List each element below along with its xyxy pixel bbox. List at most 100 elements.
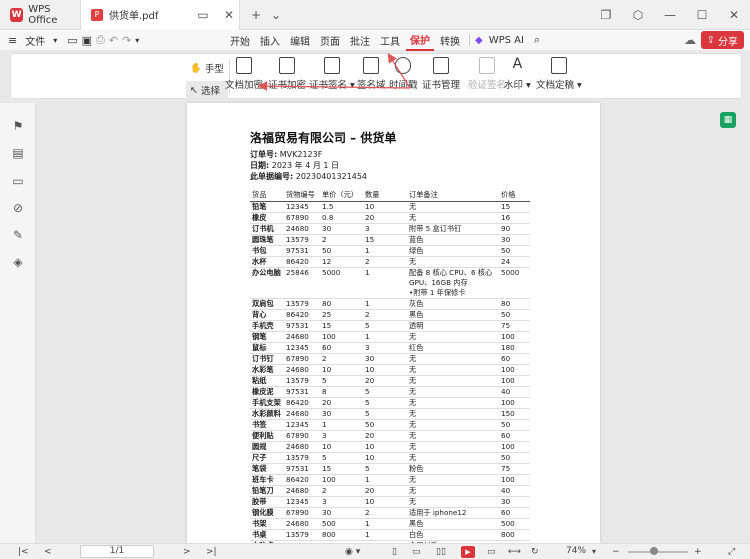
zoom-level[interactable]: 74%: [566, 546, 586, 556]
watermark-button[interactable]: A 水印 ▾: [504, 57, 531, 92]
hand-mode-button[interactable]: ✋ 手型: [186, 59, 228, 77]
rotate-icon[interactable]: ↻: [531, 547, 539, 557]
open-folder-icon[interactable]: ▭: [67, 34, 77, 47]
table-cell: 50: [363, 419, 407, 431]
share-icon: ⇪: [706, 34, 715, 46]
left-sidebar: ⚑ ▤ ▭ ⊘ ✎ ◈: [0, 103, 36, 543]
table-cell: 50: [320, 245, 363, 257]
thumbnail-icon[interactable]: ▤: [11, 146, 25, 160]
table-cell: 5000: [320, 267, 363, 299]
more-icon[interactable]: ▾: [135, 36, 139, 45]
menu-tools[interactable]: 工具: [376, 31, 404, 50]
close-tab-icon[interactable]: ✕: [219, 5, 239, 25]
table-cell: 86420: [284, 309, 320, 321]
attachment-icon[interactable]: ⊘: [11, 201, 25, 215]
select-mode-button[interactable]: ↖ 选择: [186, 81, 228, 99]
table-cell: 80: [499, 298, 530, 310]
sign-field-button[interactable]: 签名域: [357, 57, 386, 91]
share-button[interactable]: ⇪ 分享: [700, 31, 744, 49]
table-cell: 5000: [499, 267, 530, 299]
redo-icon[interactable]: ↷: [122, 34, 131, 47]
prev-page-icon[interactable]: <: [44, 547, 52, 557]
zoom-out-icon[interactable]: −: [612, 547, 620, 557]
table-cell: 钢化膜: [250, 507, 284, 519]
table-cell: 100: [499, 397, 530, 409]
close-window-icon[interactable]: ✕: [718, 5, 750, 25]
cloud-sync-icon[interactable]: ☁: [682, 32, 698, 48]
table-cell: 86420: [284, 397, 320, 409]
menu-insert[interactable]: 插入: [256, 31, 284, 50]
verify-sign-button[interactable]: 验证签名: [468, 57, 506, 91]
file-dropdown-icon[interactable]: ▾: [53, 36, 57, 45]
menu-annotate[interactable]: 批注: [346, 31, 374, 50]
tab-dropdown-icon[interactable]: ⌄: [266, 5, 286, 25]
tab-wps-home[interactable]: W WPS Office: [0, 0, 80, 30]
table-cell: 订书机: [250, 223, 284, 235]
last-page-icon[interactable]: >|: [206, 547, 217, 557]
monitor-icon[interactable]: ▭: [193, 5, 213, 25]
menu-start[interactable]: 开始: [226, 31, 254, 50]
menu-page[interactable]: 页面: [316, 31, 344, 50]
table-cell: 90: [499, 223, 530, 235]
items-table: 货品 货物编号 单价（元） 数量 订单备注 价格 铅笔 12345 1.5 10 无 15…: [250, 189, 530, 543]
table-cell: 24680: [284, 223, 320, 235]
undo-icon[interactable]: ↶: [109, 34, 118, 47]
table-cell: 1: [363, 267, 407, 299]
table-cell: 12345: [284, 419, 320, 431]
search-icon[interactable]: ⌕: [534, 33, 540, 47]
skin-icon[interactable]: ⬡: [622, 5, 654, 25]
menu-hamburger-icon[interactable]: ≡: [8, 34, 17, 47]
first-page-icon[interactable]: |<: [18, 547, 29, 557]
window-restore-icon[interactable]: ❐: [590, 5, 622, 25]
table-cell: 8: [320, 386, 363, 398]
zoom-slider-handle[interactable]: [650, 547, 658, 555]
zoom-in-icon[interactable]: +: [694, 547, 702, 557]
timestamp-icon: [395, 57, 412, 74]
bookmark-icon[interactable]: ⚑: [11, 119, 25, 133]
table-cell: 10: [363, 496, 407, 508]
zoom-slider[interactable]: [628, 551, 688, 553]
signature-icon[interactable]: ✎: [11, 228, 25, 242]
fit-width-icon[interactable]: ⟷: [508, 547, 521, 557]
next-page-icon[interactable]: >: [183, 547, 191, 557]
spreadsheet-icon[interactable]: ▦: [720, 112, 736, 128]
menu-file[interactable]: 文件: [21, 31, 49, 50]
menu-edit[interactable]: 编辑: [286, 31, 314, 50]
menu-protect[interactable]: 保护: [406, 30, 434, 51]
cert-encrypt-button[interactable]: 证书加密: [268, 57, 306, 91]
menu-wps-ai[interactable]: WPS AI: [485, 33, 528, 48]
doc-encrypt-button[interactable]: 文档加密: [225, 57, 263, 91]
single-page-icon[interactable]: ▯: [392, 547, 397, 557]
double-page-icon[interactable]: ▯▯: [436, 547, 446, 557]
page-indicator[interactable]: 1/1: [80, 545, 154, 558]
table-cell: 粉色: [407, 463, 499, 475]
maximize-icon[interactable]: ☐: [686, 5, 718, 25]
continuous-icon[interactable]: ▭: [412, 547, 421, 557]
play-icon[interactable]: ▶: [461, 545, 475, 558]
eye-icon[interactable]: ◉ ▾: [345, 547, 360, 557]
cert-sign-button[interactable]: 证书签名 ▾: [309, 57, 355, 91]
table-row: 圆珠笔 13579 2 15 蓝色 30: [250, 234, 530, 246]
table-cell: 10: [320, 364, 363, 376]
hand-icon: ✋: [190, 62, 202, 74]
finalize-button[interactable]: 文档定稿 ▾: [536, 57, 582, 91]
print-icon[interactable]: ⎙: [96, 33, 105, 47]
table-cell: 白色: [407, 529, 499, 541]
save-icon[interactable]: ▣: [82, 34, 92, 47]
fit-page-icon[interactable]: ▭: [487, 547, 496, 557]
table-cell: 水彩颜料: [250, 408, 284, 420]
new-tab-icon[interactable]: +: [246, 5, 266, 25]
table-cell: 圆规: [250, 441, 284, 453]
minimize-icon[interactable]: —: [654, 5, 686, 25]
comment-icon[interactable]: ▭: [11, 174, 25, 188]
menu-convert[interactable]: 转换: [436, 31, 464, 50]
fullscreen-icon[interactable]: ⤢: [728, 547, 735, 557]
zoom-dropdown-icon[interactable]: ▾: [592, 547, 596, 556]
cert-manage-button[interactable]: 证书管理: [422, 57, 460, 91]
timestamp-button[interactable]: 时间戳: [389, 57, 418, 91]
table-cell: 水彩笔: [250, 364, 284, 376]
table-row: 水杯 86420 12 2 无 24: [250, 256, 530, 268]
table-cell: 60: [320, 342, 363, 354]
tab-document[interactable]: P 供货单.pdf ▭ ✕: [80, 0, 240, 30]
layers-icon[interactable]: ◈: [11, 255, 25, 269]
